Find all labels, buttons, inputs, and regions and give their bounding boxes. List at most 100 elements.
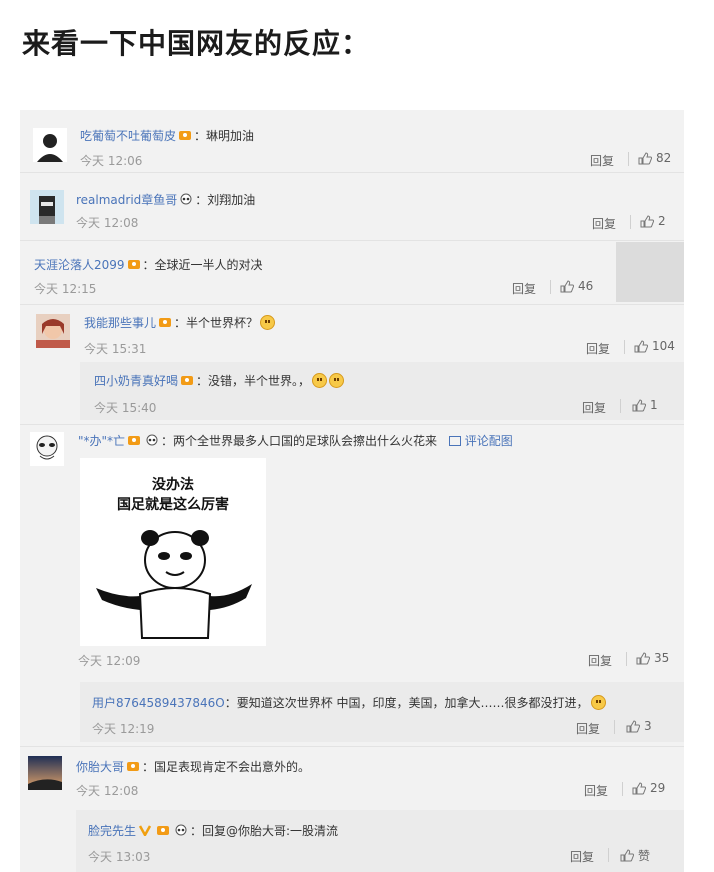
comment-time: 今天 15:31 [84, 342, 147, 356]
avatar[interactable] [36, 314, 70, 348]
smiley-emoji-icon [329, 373, 345, 388]
smiley-emoji-icon [312, 373, 328, 388]
reply-button[interactable]: 回复 [582, 399, 606, 416]
like-count: 46 [578, 279, 594, 293]
divider [550, 280, 551, 294]
comment-username[interactable]: 天涯沦落人2099 [34, 258, 125, 272]
avatar[interactable] [28, 756, 62, 790]
reply-button[interactable]: 回复 [570, 848, 594, 865]
divider [20, 240, 684, 241]
reply-button[interactable]: 回复 [590, 152, 614, 169]
comment-username[interactable]: 用户8764589437846O [92, 696, 225, 710]
comment-text: ：半个世界杯？ [174, 316, 259, 330]
comment-username[interactable]: 我能那些事儿 [84, 316, 156, 330]
panda-meme-figure [96, 530, 252, 639]
comment-username[interactable]: 脸完先生 [88, 824, 136, 838]
divider [614, 720, 615, 734]
comment-username[interactable]: realmadrid章鱼哥 [76, 193, 177, 207]
thumbs-up-icon [620, 849, 634, 862]
vip-badge-icon [158, 316, 172, 328]
reply-button[interactable]: 回复 [588, 652, 612, 669]
thumbs-up-icon [560, 279, 574, 292]
comment-text: ：回复@你胎大哥:一股清流 [190, 824, 339, 838]
comment-username[interactable]: 吃葡萄不吐葡萄皮 [80, 129, 176, 143]
avatar[interactable] [30, 432, 64, 466]
thumbs-up-icon [638, 151, 652, 164]
comment-text: ：琳明加油 [194, 129, 255, 143]
nested-reply: 四小奶青真好喝 ：没错，半个世界。， 今天 15:40 回复 1 [80, 362, 684, 420]
divider [20, 746, 684, 747]
thumbs-up-icon [632, 781, 646, 794]
like-button[interactable]: 104 [634, 339, 675, 353]
comment-username[interactable]: 你胎大哥 [76, 760, 124, 774]
like-count: 2 [658, 214, 666, 228]
panda-icon [174, 824, 188, 836]
like-button[interactable]: 赞 [620, 847, 650, 864]
comment-time: 今天 12:15 [34, 282, 97, 296]
thumbs-up-icon [632, 398, 646, 411]
comment-time: 今天 12:06 [80, 154, 143, 168]
like-button[interactable]: 46 [560, 279, 593, 293]
divider [20, 304, 684, 305]
vip-badge-icon [178, 129, 192, 141]
like-count: 35 [654, 651, 670, 665]
comment-username[interactable]: 四小奶青真好喝 [94, 374, 178, 388]
laughing-emoji-icon [590, 695, 606, 710]
like-count: 1 [650, 398, 658, 412]
divider [630, 215, 631, 229]
avatar[interactable] [30, 190, 64, 224]
divider [622, 782, 623, 796]
vip-badge-icon [180, 374, 194, 386]
comment-time: 今天 12:08 [76, 216, 139, 230]
thumbs-up-icon [636, 651, 650, 664]
like-button[interactable]: 3 [626, 719, 652, 733]
reply-button[interactable]: 回复 [584, 782, 608, 799]
verified-v-icon [138, 824, 152, 838]
comment-username[interactable]: "*办"*亡 [78, 434, 125, 448]
vip-badge-icon [126, 760, 140, 772]
like-button[interactable]: 29 [632, 781, 665, 795]
comment-item: 脸完先生 ：回复@你胎大哥:一股清流 今天 13:03 回复 赞 [76, 810, 684, 872]
comment-text: ：全球近一半人的对决 [142, 258, 263, 272]
like-button[interactable]: 35 [636, 651, 669, 665]
article-headline: 来看一下中国网友的反应： [22, 27, 371, 60]
comment-item: 四小奶青真好喝 ：没错，半个世界。， 今天 15:40 回复 1 [80, 362, 684, 420]
comment-item: realmadrid章鱼哥 ：刘翔加油 今天 12:08 回复 2 [20, 174, 684, 238]
comment-item: 吃葡萄不吐葡萄皮 ：琳明加油 今天 12:06 回复 82 [20, 110, 684, 170]
vip-badge-icon [127, 258, 141, 270]
comment-item: 我能那些事儿 ：半个世界杯？ 今天 15:31 回复 104 [20, 306, 684, 362]
comment-panel: 吃葡萄不吐葡萄皮 ：琳明加油 今天 12:06 回复 82 realmadrid章… [20, 110, 684, 872]
like-button[interactable]: 2 [640, 214, 666, 228]
like-count: 3 [644, 719, 652, 733]
vip-badge-icon [156, 824, 170, 836]
comment-text: ：两个全世界最多人口国的足球队会擦出什么火花来 [161, 434, 438, 448]
like-count: 赞 [638, 849, 651, 863]
like-count: 29 [650, 781, 666, 795]
reply-button[interactable]: 回复 [512, 280, 536, 297]
like-button[interactable]: 1 [632, 398, 658, 412]
thumbs-up-icon [640, 214, 654, 227]
comment-time: 今天 12:19 [92, 722, 155, 736]
vip-badge-icon [127, 434, 141, 446]
reply-button[interactable]: 回复 [586, 340, 610, 357]
meme-image[interactable]: 没办法 国足就是这么厉害 [80, 458, 266, 646]
nested-reply: 脸完先生 ：回复@你胎大哥:一股清流 今天 13:03 回复 赞 [76, 810, 684, 872]
comment-text: ：要知道这次世界杯 中国，印度，美国，加拿大……很多都没打进， [224, 696, 589, 710]
avatar[interactable] [33, 128, 67, 162]
divider [628, 152, 629, 166]
divider [20, 424, 684, 425]
image-icon [448, 436, 461, 446]
comment-text: ：没错，半个世界。， [196, 374, 311, 388]
like-button[interactable]: 82 [638, 151, 671, 165]
divider [608, 848, 609, 862]
panda-icon [145, 434, 159, 446]
thumbs-up-icon [626, 719, 640, 732]
comment-item: 天涯沦落人2099 ：全球近一半人的对决 今天 12:15 回复 46 [20, 242, 684, 302]
divider [620, 399, 621, 413]
comment-time: 今天 13:03 [88, 850, 151, 864]
reply-button[interactable]: 回复 [576, 720, 600, 737]
reply-button[interactable]: 回复 [592, 215, 616, 232]
comment-image-link[interactable]: 评论配图 [465, 434, 513, 448]
divider [624, 340, 625, 354]
comment-text: ：国足表现肯定不会出意外的。 [142, 760, 311, 774]
